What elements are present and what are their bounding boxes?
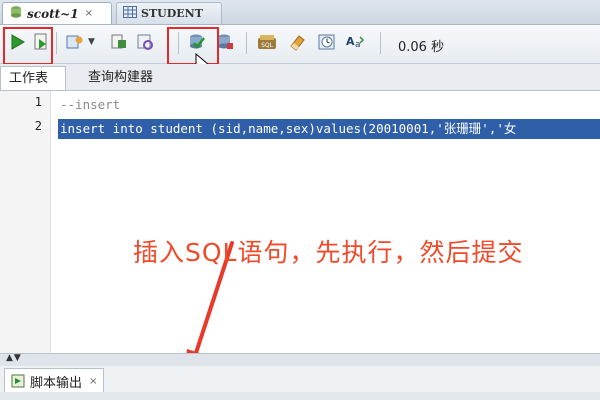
line-number-gutter: 1 2	[0, 91, 51, 353]
tutorial-annotation: 插入SQL语句，先执行，然后提交	[133, 238, 524, 267]
execution-time: 0.06 秒	[398, 40, 445, 55]
panel-splitter[interactable]: ▲▼	[0, 353, 600, 367]
script-icon	[34, 33, 47, 50]
worksheet-subtab-bar: 工作表 查询构建器	[0, 64, 600, 91]
tab-worksheet[interactable]: 工作表	[0, 66, 66, 90]
sql-editor[interactable]: 1 2 --insert insert into student (sid,na…	[0, 91, 600, 375]
document-tab-bar: scott~1 × STUDENT	[0, 0, 600, 25]
code-line-insert-statement[interactable]: insert into student (sid,name,sex)values…	[58, 119, 600, 139]
commit-button[interactable]	[186, 31, 208, 53]
svg-text:a: a	[355, 40, 361, 50]
sql-worksheet-button[interactable]	[316, 31, 338, 53]
splitter-arrows-icon[interactable]: ▲▼	[6, 353, 22, 363]
database-connection-icon	[9, 5, 23, 22]
history-icon: SQL	[258, 35, 276, 49]
tuning-icon	[137, 34, 153, 50]
run-script-button[interactable]	[30, 31, 52, 53]
tab-script-output[interactable]: 脚本输出 ×	[4, 368, 105, 393]
tab-label: STUDENT	[141, 7, 203, 20]
close-icon[interactable]: ×	[85, 8, 93, 19]
commit-icon	[190, 34, 205, 50]
sql-history-button[interactable]: SQL	[256, 31, 278, 53]
sql-tuning-button[interactable]	[134, 31, 156, 53]
rollback-button[interactable]	[214, 31, 236, 53]
explain-plan-button[interactable]	[108, 31, 130, 53]
tab-student-table[interactable]: STUDENT	[116, 2, 222, 24]
line-number: 1	[34, 95, 42, 109]
svg-text:SQL: SQL	[261, 42, 274, 49]
format-button[interactable]: Aa	[344, 31, 366, 53]
clock-icon	[318, 34, 335, 50]
case-toggle-icon: Aa	[346, 35, 365, 50]
clear-button[interactable]	[286, 31, 308, 53]
tab-label: scott~1	[27, 6, 79, 21]
run-statement-button[interactable]	[6, 31, 28, 53]
explain-plan-icon	[111, 34, 126, 49]
output-panel: 脚本输出 ×	[0, 366, 600, 400]
dropdown-arrow-icon[interactable]: ▼	[88, 37, 95, 47]
tab-scott-worksheet[interactable]: scott~1 ×	[2, 2, 112, 24]
output-toolbar	[0, 392, 600, 400]
close-icon[interactable]: ×	[89, 376, 97, 387]
eraser-icon	[290, 35, 305, 51]
script-output-icon	[11, 374, 25, 388]
line-number: 2	[34, 119, 42, 133]
code-line-comment[interactable]: --insert	[60, 95, 120, 115]
table-grid-icon	[123, 6, 137, 21]
autotrace-icon	[66, 35, 83, 49]
play-icon	[11, 34, 25, 50]
svg-text:A: A	[346, 35, 355, 48]
rollback-icon	[218, 34, 233, 49]
autotrace-button[interactable]	[64, 31, 86, 53]
tab-query-builder[interactable]: 查询构建器	[80, 66, 161, 90]
tab-label: 脚本输出	[30, 375, 83, 391]
worksheet-toolbar: ▼ SQL Aa 0.06 秒	[0, 25, 600, 64]
